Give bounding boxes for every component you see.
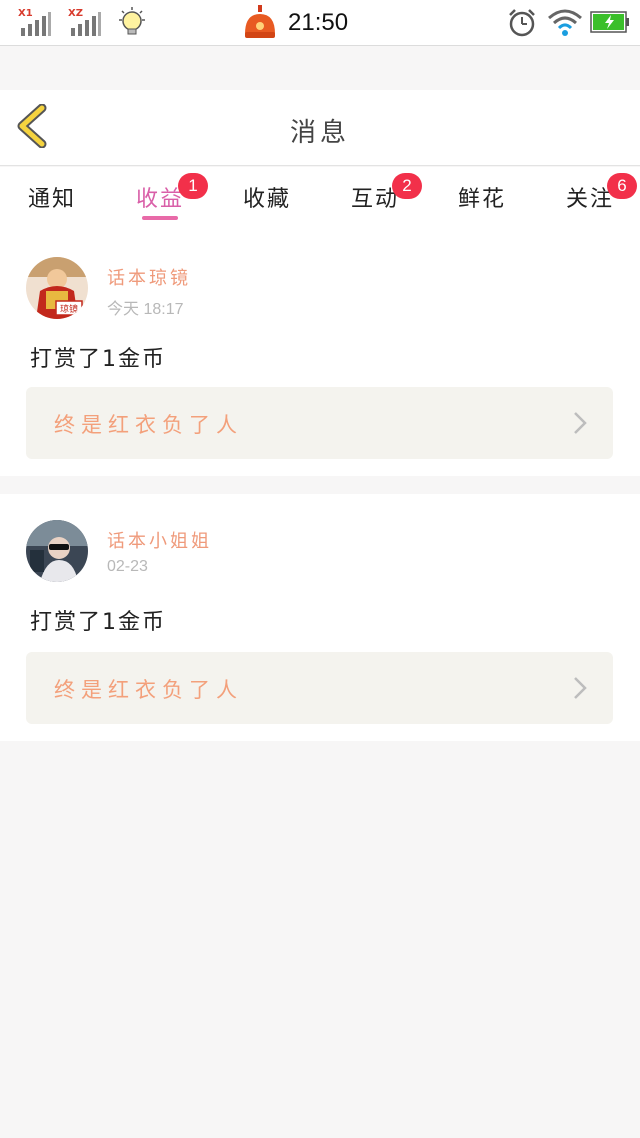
unread-badge: 6 <box>607 173 637 199</box>
user-name[interactable]: 话本琼镜 <box>107 264 191 290</box>
status-bar: X1 XZ 21:50 <box>0 0 640 46</box>
tab-label: 关注 <box>566 187 615 212</box>
avatar-caption: 琼镜 <box>60 303 78 315</box>
tab-label: 收益 <box>136 187 185 212</box>
tab-flowers[interactable]: 鲜花 <box>458 181 506 221</box>
message-text: 打赏了1金币 <box>30 347 166 372</box>
avatar[interactable] <box>26 520 88 582</box>
avatar-image <box>26 520 88 582</box>
chevron-right-icon <box>574 412 587 434</box>
avatar[interactable]: 琼镜 <box>26 257 88 319</box>
tab-notifications[interactable]: 通知 <box>28 181 76 221</box>
wifi-icon <box>548 9 582 36</box>
header: 消息 <box>0 90 640 166</box>
tab-label: 收藏 <box>243 187 292 212</box>
tab-following[interactable]: 关注 6 <box>566 173 637 221</box>
tab-label: 通知 <box>28 187 77 212</box>
app-icon <box>245 5 275 38</box>
alarm-icon <box>509 9 535 37</box>
page-title: 消息 <box>289 118 350 148</box>
tab-label: 互动 <box>351 187 400 212</box>
user-name[interactable]: 话本小姐姐 <box>107 527 212 553</box>
tab-interactions[interactable]: 互动 2 <box>351 173 422 221</box>
referenced-work[interactable]: 终是红衣负了人 <box>26 652 613 724</box>
chevron-right-icon <box>574 677 587 699</box>
message-card: 话本小姐姐 02-23 打赏了1金币 终是红衣负了人 <box>0 494 640 741</box>
lightbulb-icon <box>119 7 145 35</box>
message-time: 今天 18:17 <box>107 301 184 318</box>
signal-icon <box>71 12 101 36</box>
work-title: 终是红衣负了人 <box>54 678 243 702</box>
referenced-work[interactable]: 终是红衣负了人 <box>26 387 613 459</box>
unread-badge: 2 <box>392 173 422 199</box>
message-time: 02-23 <box>107 558 148 575</box>
work-title: 终是红衣负了人 <box>54 413 243 437</box>
tab-bar: 通知 收益 1 收藏 互动 2 鲜花 关注 6 <box>0 167 640 231</box>
tab-earnings[interactable]: 收益 1 <box>136 173 208 221</box>
clock-time: 21:50 <box>288 9 349 36</box>
message-text: 打赏了1金币 <box>30 610 166 635</box>
tab-label: 鲜花 <box>458 187 507 212</box>
signal-icon <box>21 12 51 36</box>
unread-badge: 1 <box>178 173 208 199</box>
active-tab-indicator <box>142 216 178 220</box>
battery-icon <box>590 11 629 33</box>
avatar-image: 琼镜 <box>26 257 88 319</box>
message-card: 琼镜 话本琼镜 今天 18:17 打赏了1金币 终是红衣负了人 <box>0 231 640 476</box>
tab-favorites[interactable]: 收藏 <box>243 181 291 221</box>
